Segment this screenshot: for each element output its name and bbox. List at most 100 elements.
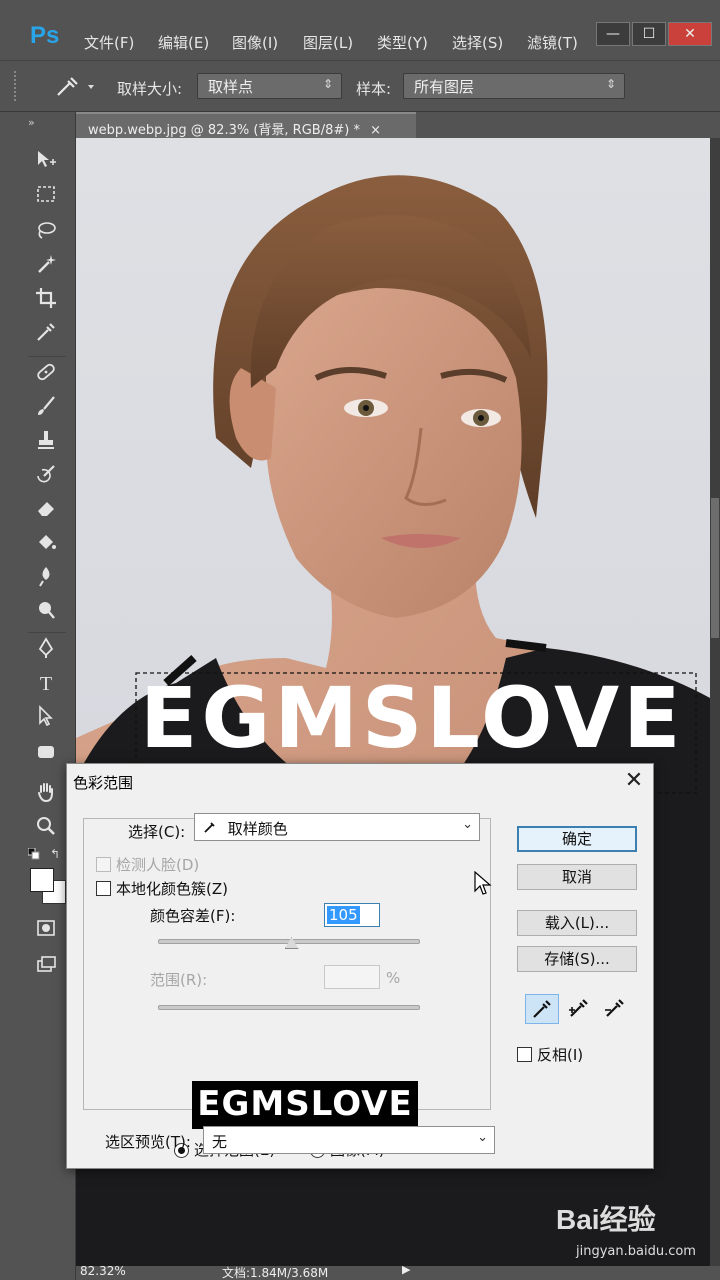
chevron-down-icon: ⌄: [462, 817, 473, 832]
options-group: 选择(C): 取样颜色 ⌄ 检测人脸(D) 本地化颜色簇(Z) 颜色容差(F):…: [83, 813, 491, 1159]
minimize-button[interactable]: —: [596, 22, 630, 46]
invert-label: 反相(I): [537, 1046, 584, 1064]
quick-mask-icon[interactable]: [30, 916, 62, 944]
dialog-close-icon[interactable]: ✕: [617, 766, 651, 796]
options-grip[interactable]: [14, 71, 20, 101]
move-tool-icon[interactable]: [30, 148, 62, 176]
fuzziness-value: 105: [327, 906, 360, 924]
fuzziness-input[interactable]: 105: [324, 903, 380, 927]
menu-edit[interactable]: 编辑(E): [158, 32, 209, 53]
document-tab[interactable]: webp.webp.jpg @ 82.3% (背景, RGB/8#) * ×: [76, 112, 416, 138]
healing-brush-tool-icon[interactable]: [30, 360, 62, 388]
scroll-thumb[interactable]: [711, 498, 719, 638]
range-input: [324, 965, 380, 989]
options-bar: 取样大小: 取样点 ⇕ 样本: 所有图层 ⇕: [0, 60, 720, 112]
dodge-tool-icon[interactable]: [30, 598, 62, 626]
menu-filter[interactable]: 滤镜(T): [527, 32, 578, 53]
brush-tool-icon[interactable]: [30, 394, 62, 422]
invert-checkbox[interactable]: [517, 1047, 532, 1062]
load-button[interactable]: 载入(L)...: [517, 910, 637, 936]
menu-file[interactable]: 文件(F): [84, 32, 134, 53]
subtract-from-sample-eyedropper-icon[interactable]: [599, 994, 633, 1024]
localized-clusters-label: 本地化颜色簇(Z): [116, 880, 228, 898]
document-info: 文档:1.84M/3.68M: [222, 1266, 329, 1280]
sample-size-value: 取样点: [208, 78, 254, 96]
status-bar: 82.32% 文档:1.84M/3.68M ▶: [76, 1263, 720, 1280]
vertical-scrollbar[interactable]: [710, 138, 720, 1266]
dialog-title: 色彩范围: [73, 774, 134, 792]
menu-type[interactable]: 类型(Y): [377, 32, 428, 53]
select-combo[interactable]: 取样颜色 ⌄: [194, 813, 480, 841]
eraser-tool-icon[interactable]: [30, 496, 62, 524]
rectangle-tool-icon[interactable]: [30, 740, 62, 768]
baidu-watermark: Bai经验: [556, 1204, 656, 1235]
watermark-url: jingyan.baidu.com: [576, 1244, 696, 1259]
marquee-tool-icon[interactable]: [30, 182, 62, 210]
menu-layer[interactable]: 图层(L): [303, 32, 353, 53]
tab-close-icon[interactable]: ×: [370, 123, 381, 138]
eyedropper-tool-icon[interactable]: [30, 320, 62, 348]
photoshop-logo: Ps: [30, 22, 60, 49]
lasso-tool-icon[interactable]: [30, 218, 62, 246]
save-button[interactable]: 存储(S)...: [517, 946, 637, 972]
sample-value: 所有图层: [414, 78, 475, 96]
range-unit: %: [386, 969, 401, 987]
localized-clusters-checkbox[interactable]: [96, 881, 111, 896]
screen-mode-icon[interactable]: [30, 952, 62, 980]
selection-preview-value: 无: [212, 1133, 228, 1151]
swap-colors-icon[interactable]: ↰: [50, 848, 64, 860]
selection-preview-label: 选区预览(T):: [105, 1133, 191, 1151]
add-to-sample-eyedropper-icon[interactable]: [563, 994, 597, 1024]
maximize-button[interactable]: ☐: [632, 22, 666, 46]
crop-tool-icon[interactable]: [30, 286, 62, 314]
zoom-level[interactable]: 82.32%: [80, 1264, 126, 1278]
tools-panel: » T ↰: [0, 112, 76, 1280]
hand-tool-icon[interactable]: [30, 780, 62, 808]
ok-button[interactable]: 确定: [517, 826, 637, 852]
mouse-cursor-icon: [474, 870, 492, 897]
zoom-tool-icon[interactable]: [30, 814, 62, 842]
pen-tool-icon[interactable]: [30, 636, 62, 664]
status-arrow-icon[interactable]: ▶: [402, 1263, 410, 1276]
menu-image[interactable]: 图像(I): [232, 32, 278, 53]
sample-label: 样本:: [356, 80, 392, 98]
color-range-dialog: 色彩范围 ✕ 选择(C): 取样颜色 ⌄ 检测人脸(D) 本地化颜色簇(Z) 颜…: [66, 763, 654, 1169]
up-down-icon: ⇕: [322, 77, 333, 91]
sample-size-label: 取样大小:: [117, 80, 183, 98]
magic-wand-tool-icon[interactable]: [30, 252, 62, 280]
eyedropper-button[interactable]: [525, 994, 559, 1024]
menu-select[interactable]: 选择(S): [452, 32, 503, 53]
default-colors-icon[interactable]: [27, 847, 40, 860]
foreground-color-swatch[interactable]: [30, 868, 54, 892]
egmslove-text-layer: EGMSLOVE: [140, 669, 685, 767]
history-brush-tool-icon[interactable]: [30, 462, 62, 490]
tool-divider: [28, 632, 66, 633]
paint-bucket-tool-icon[interactable]: [30, 530, 62, 558]
clone-stamp-tool-icon[interactable]: [30, 428, 62, 456]
close-window-button[interactable]: ✕: [668, 22, 712, 46]
select-value: 取样颜色: [227, 820, 288, 838]
range-label: 范围(R):: [150, 971, 208, 989]
menu-bar: Ps 文件(F) 编辑(E) 图像(I) 图层(L) 类型(Y) 选择(S) 滤…: [0, 0, 720, 60]
selection-preview-image: EGMSLOVE: [192, 1081, 418, 1129]
detect-faces-checkbox[interactable]: [96, 857, 111, 872]
blur-tool-icon[interactable]: [30, 564, 62, 592]
path-selection-tool-icon[interactable]: [30, 704, 62, 732]
preview-text: EGMSLOVE: [197, 1084, 413, 1124]
tool-divider: [28, 356, 66, 357]
range-slider: [158, 1005, 420, 1010]
selection-preview-combo[interactable]: 无 ⌄: [203, 1126, 495, 1154]
fuzziness-label: 颜色容差(F):: [150, 907, 236, 925]
select-label: 选择(C):: [128, 823, 186, 841]
up-down-icon: ⇕: [605, 77, 616, 91]
document-tab-label: webp.webp.jpg @ 82.3% (背景, RGB/8#) *: [88, 123, 360, 138]
eyedropper-icon: [203, 820, 222, 838]
sample-select[interactable]: 所有图层 ⇕: [403, 73, 625, 99]
type-tool-icon[interactable]: T: [30, 670, 62, 698]
detect-faces-label: 检测人脸(D): [116, 856, 200, 874]
sample-size-select[interactable]: 取样点 ⇕: [197, 73, 342, 99]
collapse-icon[interactable]: »: [28, 116, 35, 129]
cancel-button[interactable]: 取消: [517, 864, 637, 890]
eyedropper-preset-icon[interactable]: [50, 73, 100, 101]
chevron-down-icon: ⌄: [477, 1130, 488, 1145]
